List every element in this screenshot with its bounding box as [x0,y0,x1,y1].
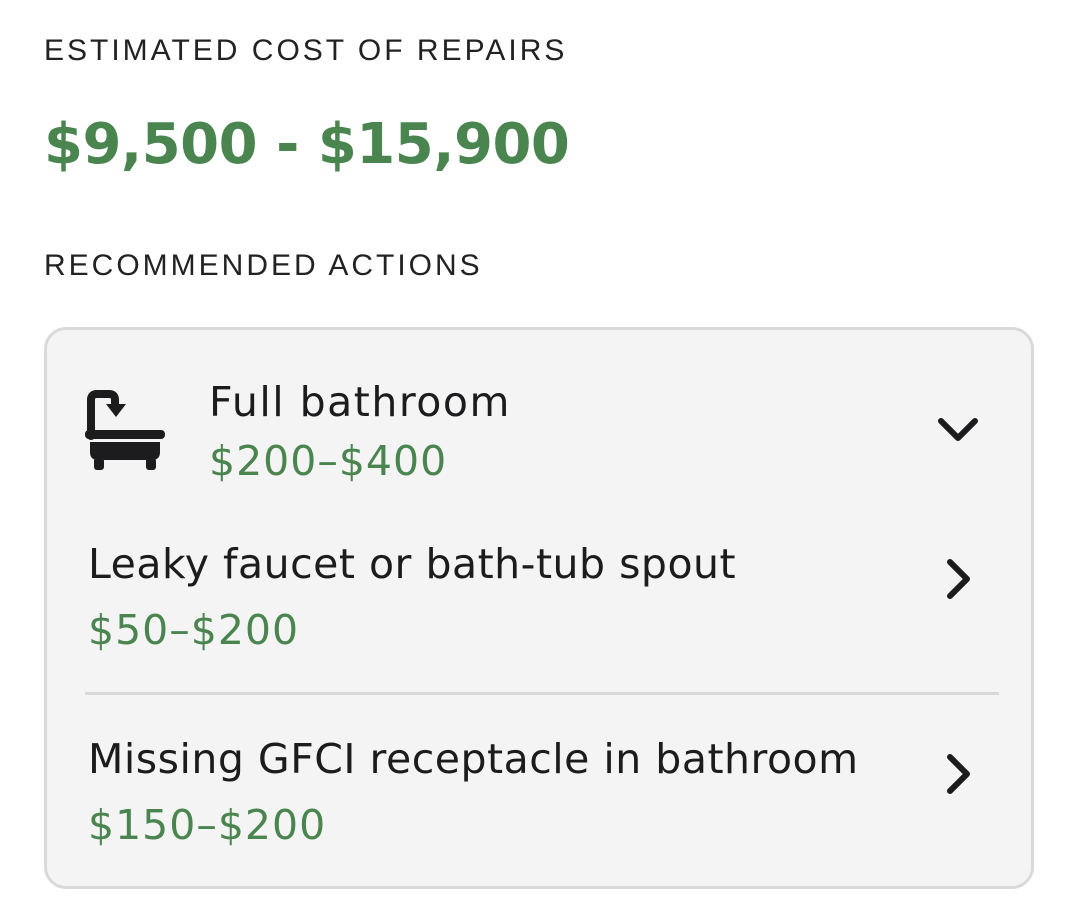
action-item-title: Missing GFCI receptacle in bathroom [88,735,859,783]
recommended-actions-card: Full bathroom $200–$400 Leaky faucet or … [44,327,1034,889]
action-item-missing-gfci[interactable]: Missing GFCI receptacle in bathroom $150… [47,715,1031,886]
action-item-leaky-faucet[interactable]: Leaky faucet or bath-tub spout $50–$200 [47,520,1031,700]
category-title: Full bathroom [209,378,511,426]
category-price: $200–$400 [209,437,448,485]
chevron-right-icon[interactable] [945,753,973,795]
action-item-price: $150–$200 [88,801,327,849]
divider [85,692,999,695]
estimated-cost-label: ESTIMATED COST OF REPAIRS [44,34,568,67]
action-item-price: $50–$200 [88,606,300,654]
estimated-cost-range: $9,500 - $15,900 [44,112,570,177]
chevron-right-icon[interactable] [945,558,973,600]
bathtub-icon [85,390,165,470]
category-full-bathroom[interactable]: Full bathroom $200–$400 [47,330,1031,510]
action-item-title: Leaky faucet or bath-tub spout [88,540,737,588]
chevron-down-icon[interactable] [937,416,979,444]
recommended-actions-label: RECOMMENDED ACTIONS [44,249,483,282]
